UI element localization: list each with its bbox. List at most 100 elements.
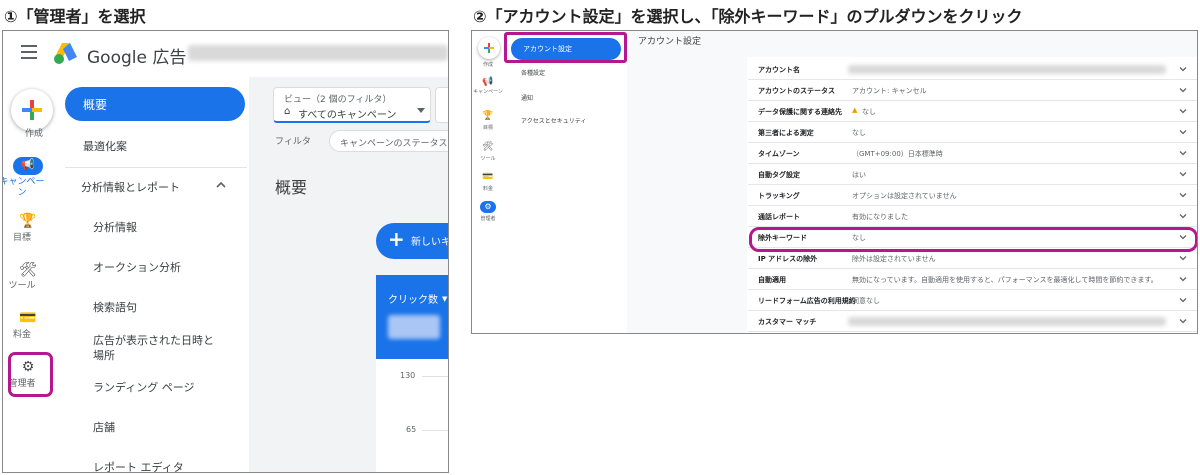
new-campaign-button[interactable]: + 新しいキ	[376, 223, 449, 259]
setting-name: トラッキング	[758, 192, 800, 200]
settings-row[interactable]: データ保護に関する連絡先 ▲ なし	[748, 101, 1197, 122]
setting-value: 有効になりました	[852, 213, 908, 221]
chevron-down-icon[interactable]	[1178, 148, 1188, 158]
settings-row[interactable]: 自動適用 無効になっています。自動適用を使用すると、パフォーマンスを最適化して時間…	[748, 269, 1197, 290]
setting-value: （GMT+09:00）日本標準時	[852, 150, 943, 158]
rail-create-label: 作成	[24, 129, 43, 139]
view-value: すべてのキャンペーン	[298, 110, 397, 121]
setting-name: データ保護に関する連絡先	[758, 108, 842, 116]
settings-row[interactable]: カスタマー マッチ	[748, 311, 1197, 332]
date-selector-partial[interactable]	[435, 87, 448, 123]
nav-item[interactable]: 広告が表示された日時と場所	[93, 333, 218, 363]
chart-area: 130 65	[376, 359, 448, 472]
setting-value: はい	[852, 171, 866, 179]
nav-insights-header[interactable]: 分析情報とレポート	[81, 179, 180, 195]
rail-campaign-label: キャンペーン	[2, 177, 45, 198]
create-button[interactable]	[478, 37, 500, 59]
settings-row[interactable]: 自動タグ設定 はい	[748, 164, 1197, 185]
clicks-metric-card[interactable]: クリック数 ▼	[376, 275, 448, 359]
setting-value: 除外は設定されていません	[852, 255, 936, 263]
settings-row[interactable]: トラッキング オプションは設定されていません	[748, 185, 1197, 206]
filter-label: フィルタ	[275, 137, 311, 147]
chevron-down-icon[interactable]	[1178, 127, 1188, 137]
gridline	[422, 376, 448, 377]
setting-value: なし	[862, 108, 876, 116]
nav-item[interactable]: オークション分析	[93, 259, 181, 275]
setting-name: タイムゾーン	[758, 150, 800, 158]
nav-item[interactable]: 検索語句	[93, 299, 137, 315]
view-label: ビュー（2 個のフィルタ）	[284, 95, 392, 105]
chevron-down-icon[interactable]	[1178, 85, 1188, 95]
setting-name: リードフォーム広告の利用規約	[758, 297, 856, 305]
setting-value: 同意なし	[852, 297, 880, 305]
negative-keywords-highlight	[749, 227, 1197, 252]
screenshot-step2: 作成 📢 キャンペーン 🏆 目標 🛠 ツール 💳 料金 ⚙ 管理者 アカウント設…	[471, 30, 1198, 334]
setting-name: カスタマー マッチ	[758, 318, 817, 326]
menu-icon[interactable]	[21, 45, 37, 59]
chevron-down-icon[interactable]	[1178, 253, 1188, 263]
settings-row[interactable]: アカウント名	[748, 59, 1197, 80]
nav-item[interactable]: レポート エディタ	[93, 459, 184, 472]
plus-icon: +	[388, 227, 405, 251]
nav-item[interactable]: 分析情報	[93, 219, 137, 235]
campaign-status-filter-chip[interactable]: キャンペーンのステータス	[329, 130, 448, 152]
admin-highlight[interactable]	[8, 352, 53, 397]
settings-row[interactable]: アカウントのステータス アカウント: キャンセル	[748, 80, 1197, 101]
chevron-down-icon[interactable]	[1178, 190, 1188, 200]
chevron-up-icon[interactable]	[215, 180, 227, 190]
chevron-down-icon[interactable]	[1178, 295, 1188, 305]
account-info-blurred	[188, 45, 448, 61]
top-bar: Google 広告	[3, 31, 448, 77]
billing-card-icon: 💳	[482, 172, 494, 182]
rail-tools-label: ツール	[8, 281, 36, 291]
settings-row[interactable]: 通話レポート 有効になりました	[748, 206, 1197, 227]
y-tick: 130	[400, 371, 416, 380]
settings-row[interactable]: 第三者による測定 なし	[748, 122, 1197, 143]
chevron-down-icon[interactable]	[1178, 64, 1188, 74]
page-title: アカウント設定	[638, 37, 702, 47]
step2-title: ②「アカウント設定」を選択し、「除外キーワード」のプルダウンをクリック	[473, 7, 1023, 26]
chevron-down-icon[interactable]	[1178, 211, 1188, 221]
create-button[interactable]	[11, 89, 53, 131]
brand-name: Google 広告	[87, 48, 187, 68]
caret-down-icon: ▼	[442, 295, 448, 303]
nav-access-security[interactable]: アクセスとセキュリティ	[521, 116, 586, 125]
setting-value: オプションは設定されていません	[852, 192, 957, 200]
rail-goals-label: 目標	[482, 125, 493, 131]
settings-row[interactable]: リードフォーム広告の利用規約 同意なし	[748, 290, 1197, 311]
setting-name: 自動適用	[758, 276, 786, 284]
setting-value: 無効になっています。自動適用を使用すると、パフォーマンスを最適化して時間を節約で…	[852, 276, 1158, 284]
setting-value: なし	[852, 129, 866, 137]
gear-icon[interactable]: ⚙	[480, 201, 496, 213]
warning-icon: ▲	[852, 106, 858, 114]
step1-title: ①「管理者」を選択	[4, 7, 146, 26]
settings-row[interactable]: タイムゾーン （GMT+09:00）日本標準時	[748, 143, 1197, 164]
setting-name: IP アドレスの除外	[758, 255, 818, 263]
nav-item[interactable]: 店舗	[93, 419, 115, 435]
chevron-down-icon[interactable]	[1178, 316, 1188, 326]
nav-overview[interactable]: 概要	[65, 87, 245, 121]
setting-name: アカウント名	[758, 66, 800, 74]
rail-admin-label: 管理者	[480, 216, 496, 222]
nav-recommendations[interactable]: 最適化案	[83, 138, 127, 154]
trophy-icon: 🏆	[482, 111, 494, 121]
setting-value-blurred	[848, 65, 1166, 74]
wrench-icon: 🛠	[19, 262, 37, 278]
view-selector[interactable]: ビュー（2 個のフィルタ） ⌂ すべてのキャンペーン	[273, 87, 431, 123]
setting-value: アカウント: キャンセル	[852, 87, 927, 95]
nav-item[interactable]: ランディング ページ	[93, 379, 195, 395]
rail-tools-label: ツール	[480, 156, 496, 162]
chevron-down-icon[interactable]	[1178, 274, 1188, 284]
clicks-label: クリック数	[388, 295, 438, 306]
screenshot-step1: Google 広告 作成 📢 キャンペーン 🏆 目標 🛠 ツール 💳 料金 ⚙ …	[2, 30, 449, 473]
dropdown-arrow-icon	[417, 108, 425, 113]
nav-preferences[interactable]: 各種設定	[521, 68, 545, 77]
chevron-down-icon[interactable]	[1178, 169, 1188, 179]
setting-name: 通話レポート	[758, 213, 800, 221]
rail-campaign-label: キャンペーン	[473, 89, 503, 95]
setting-name: 自動タグ設定	[758, 171, 800, 179]
chevron-down-icon[interactable]	[1178, 106, 1188, 116]
rail-goals-label: 目標	[12, 233, 31, 243]
new-button-label: 新しいキ	[411, 237, 449, 248]
nav-notifications[interactable]: 通知	[521, 93, 533, 102]
